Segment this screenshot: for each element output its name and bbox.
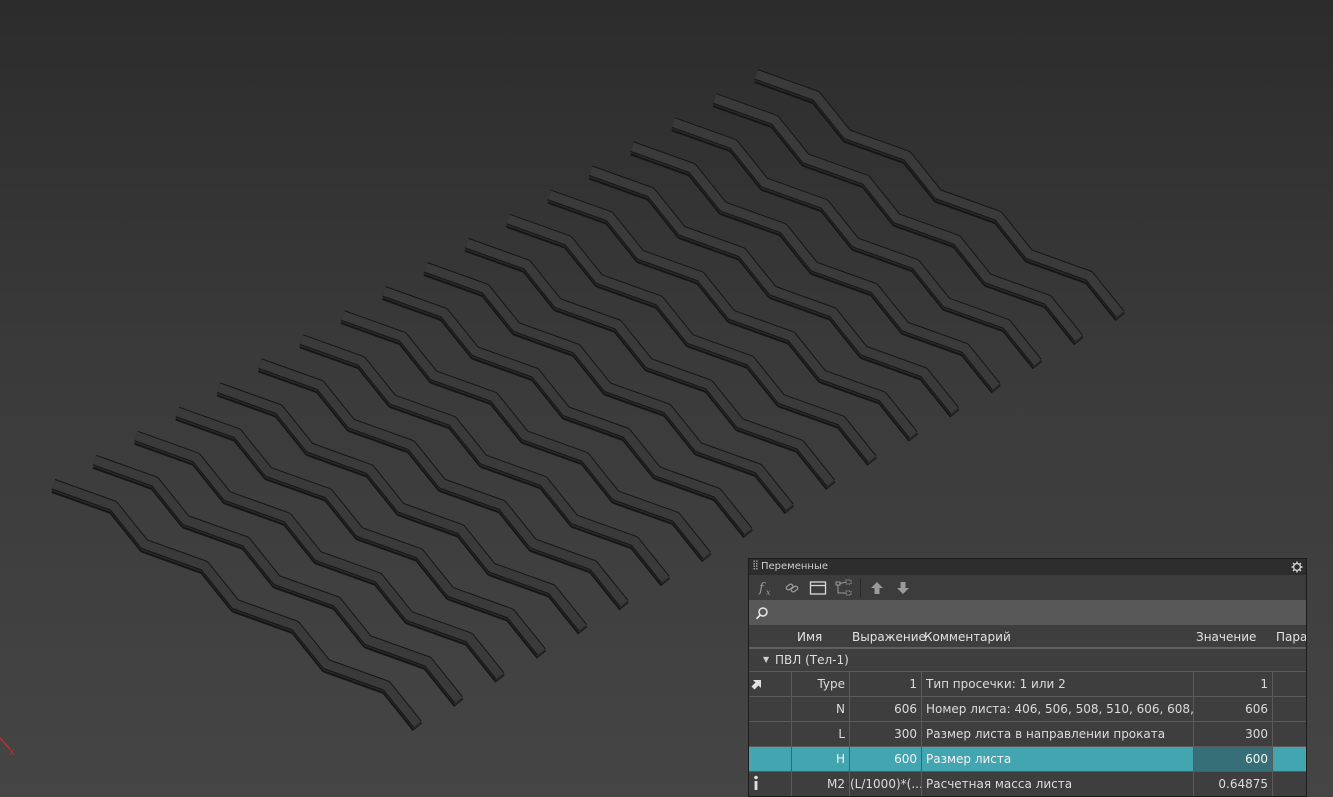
variables-table: Type 1 Тип просечки: 1 или 2 1 N 606 Номер лис… — [749, 671, 1306, 796]
table-row[interactable]: N 606 Номер листа: 406, 506, 508, 510, 606… — [749, 696, 1306, 721]
row-comment[interactable]: Номер листа: 406, 506, 508, 510, 606, 60… — [921, 697, 1193, 721]
row-value: 606 — [1193, 697, 1273, 721]
table-row[interactable]: Type 1 Тип просечки: 1 или 21 — [749, 671, 1306, 696]
gear-icon[interactable] — [1290, 559, 1304, 575]
mesh-strand — [93, 455, 463, 703]
column-value[interactable]: Значение — [1196, 630, 1256, 644]
row-icon-cell — [749, 772, 791, 796]
row-comment[interactable]: Размер листа в направлении проката — [921, 722, 1193, 746]
row-comment[interactable]: Тип просечки: 1 или 2 — [921, 672, 1193, 696]
svg-text:x: x — [766, 588, 771, 597]
fx-icon: f x — [758, 581, 771, 597]
row-expression[interactable]: 300 — [849, 722, 921, 746]
window-button[interactable] — [807, 577, 829, 599]
row-icon-cell — [749, 722, 791, 746]
row-icon-cell — [749, 697, 791, 721]
row-value: 300 — [1193, 722, 1273, 746]
row-value: 600 — [1193, 747, 1273, 771]
table-header: Имя Выражение Комментарий Значение Пара — [749, 625, 1306, 647]
row-expression[interactable]: (L/1000)*(... — [849, 772, 921, 796]
window-icon — [809, 580, 827, 595]
toolbar-separator — [860, 578, 861, 597]
column-name[interactable]: Имя — [797, 630, 822, 644]
info-icon — [754, 775, 758, 790]
row-name[interactable]: N — [791, 697, 849, 721]
row-name[interactable]: M2 — [791, 772, 849, 796]
row-comment[interactable]: Расчетная масса листа — [921, 772, 1193, 796]
panel-title-bar[interactable]: Переменные — [749, 559, 1306, 575]
mesh-strand — [51, 479, 421, 728]
move-down-button[interactable] — [892, 577, 914, 599]
expand-triangle-icon[interactable]: ▼ — [763, 649, 769, 671]
column-expression[interactable]: Выражение — [852, 630, 926, 644]
row-comment[interactable]: Размер листа — [921, 747, 1193, 771]
fx-button[interactable]: f x — [755, 577, 777, 599]
panel-toolbar: f x — [749, 575, 1306, 600]
variables-panel[interactable]: Переменные f x Имя Выражение Комментарий… — [748, 558, 1307, 797]
row-name[interactable]: L — [791, 722, 849, 746]
group-row[interactable]: ▼ ПВЛ (Тел-1) — [749, 647, 1306, 671]
row-expression[interactable]: 1 — [849, 672, 921, 696]
link-icon — [785, 582, 799, 593]
move-up-button[interactable] — [866, 577, 888, 599]
row-expression[interactable]: 600 — [849, 747, 921, 771]
row-icon-cell — [749, 747, 791, 771]
arrow-down-icon — [897, 581, 909, 594]
table-row[interactable]: M2 (L/1000)*(... Расчетная масса листа 0.64… — [749, 771, 1306, 796]
axis-x-label: X — [9, 748, 15, 757]
external-link-icon — [751, 680, 761, 690]
tree-icon — [835, 579, 852, 595]
column-comment[interactable]: Комментарий — [924, 630, 1011, 644]
panel-title: Переменные — [761, 561, 828, 572]
row-value: 1 — [1193, 672, 1273, 696]
table-row[interactable]: L 300 Размер листа в направлении проката 30… — [749, 721, 1306, 746]
row-value: 0.64875 — [1193, 772, 1273, 796]
row-name[interactable]: Type — [791, 672, 849, 696]
row-expression[interactable]: 606 — [849, 697, 921, 721]
svg-text:f: f — [758, 581, 766, 596]
group-label: ПВЛ (Тел-1) — [775, 653, 849, 667]
column-param[interactable]: Пара — [1276, 630, 1306, 644]
row-icon-cell — [749, 672, 791, 696]
arrow-up-icon — [871, 581, 883, 594]
link-button[interactable] — [781, 577, 803, 599]
table-row[interactable]: H 600 Размер листа 600 — [749, 746, 1306, 771]
search-input[interactable] — [773, 604, 1306, 621]
row-name[interactable]: H — [791, 747, 849, 771]
tree-button[interactable] — [833, 577, 855, 599]
drag-handle-icon[interactable] — [753, 560, 758, 570]
search-icon — [755, 606, 768, 619]
search-bar — [749, 600, 1306, 625]
axis-triad-icon: X — [0, 737, 15, 757]
